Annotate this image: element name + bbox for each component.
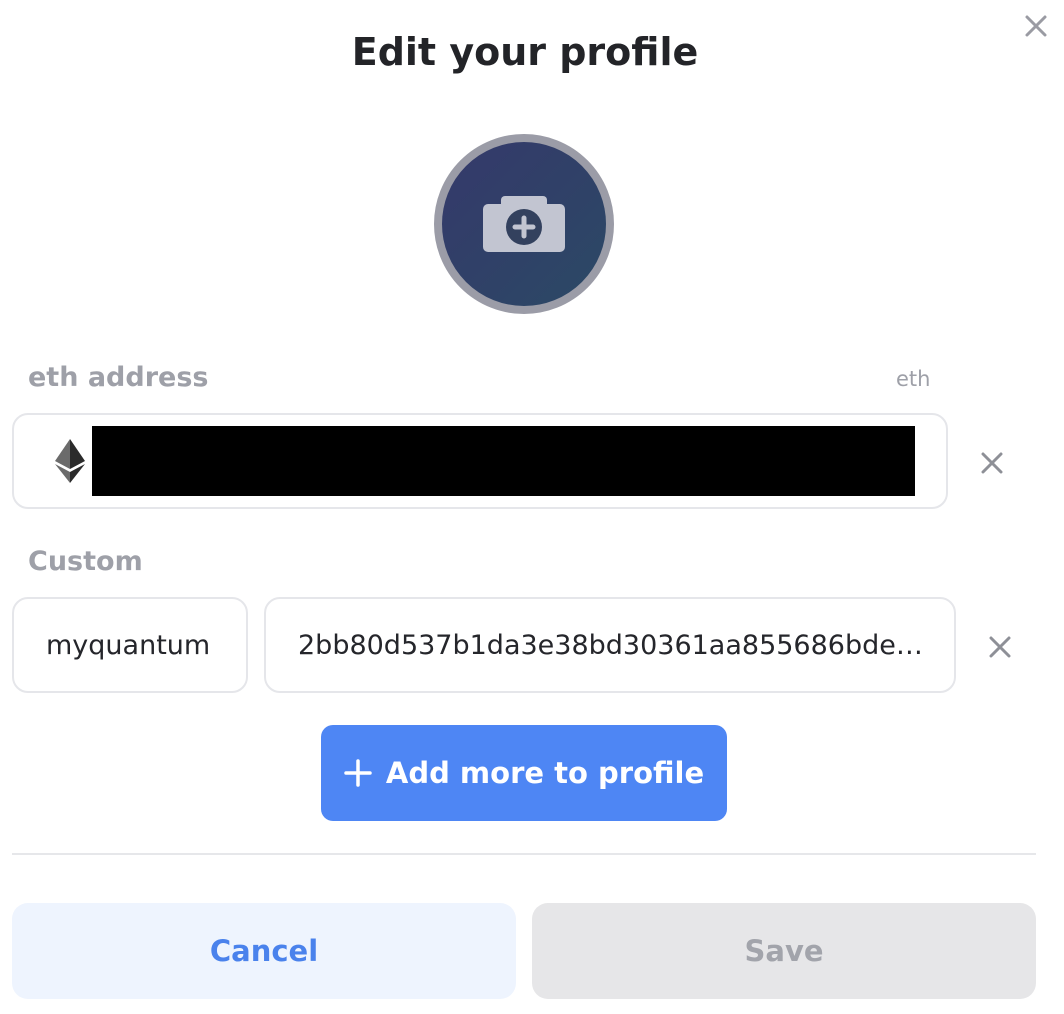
cancel-button[interactable]: Cancel: [12, 903, 516, 999]
redacted-address: [92, 426, 915, 496]
eth-address-field[interactable]: [12, 413, 948, 509]
avatar-upload-button[interactable]: [434, 134, 614, 314]
camera-plus-icon: [483, 196, 565, 252]
eth-type-label: eth: [896, 367, 931, 391]
save-button[interactable]: Save: [532, 903, 1036, 999]
close-icon: [981, 452, 1003, 474]
divider: [12, 853, 1036, 855]
ethereum-icon: [54, 438, 86, 484]
add-more-label: Add more to profile: [385, 756, 705, 790]
remove-custom-button[interactable]: [980, 627, 1020, 667]
custom-label: Custom: [28, 546, 143, 577]
plus-icon: [344, 759, 372, 787]
custom-value-input[interactable]: 2bb80d537b1da3e38bd30361aa855686bde0eacd…: [264, 597, 956, 693]
custom-value-text: 2bb80d537b1da3e38bd30361aa855686bde0eacd…: [298, 629, 928, 661]
remove-eth-address-button[interactable]: [972, 443, 1012, 483]
add-more-button[interactable]: Add more to profile: [321, 725, 727, 821]
custom-key-value: myquantum: [46, 629, 211, 661]
close-icon: [989, 636, 1011, 658]
dialog-title: Edit your profile: [351, 30, 699, 74]
custom-key-input[interactable]: myquantum: [12, 597, 248, 693]
eth-address-label: eth address: [28, 362, 209, 393]
